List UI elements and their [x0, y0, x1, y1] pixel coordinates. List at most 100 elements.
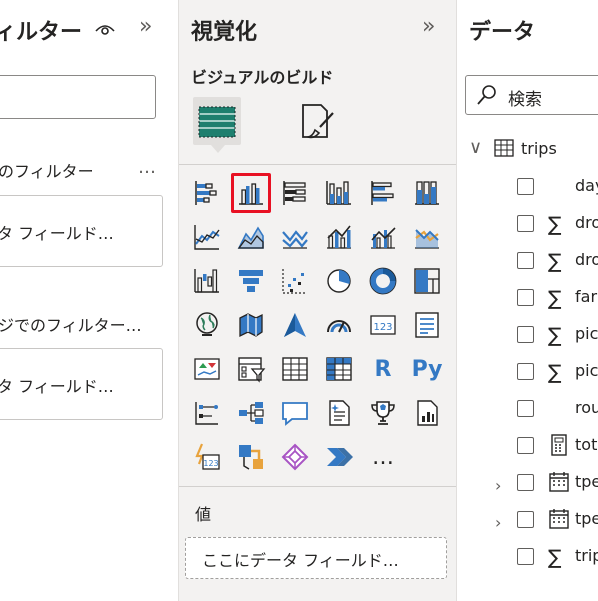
field-row[interactable]: ∑ dro	[457, 209, 598, 245]
field-name: dro	[575, 213, 598, 232]
key-influencers-icon[interactable]	[187, 393, 227, 433]
field-name: tpe	[575, 472, 598, 491]
data-search-input[interactable]: 検索	[465, 75, 598, 115]
multi-row-card-icon[interactable]	[407, 305, 447, 345]
field-checkbox[interactable]	[517, 511, 534, 528]
line-and-clustered-column-chart-icon[interactable]	[363, 217, 403, 257]
filters-search-input[interactable]	[0, 75, 156, 119]
field-checkbox[interactable]	[517, 437, 534, 454]
chevron-down-icon[interactable]: ∨	[469, 137, 482, 158]
matrix-icon[interactable]	[319, 349, 359, 389]
more-visuals-icon[interactable]: …	[363, 437, 403, 477]
calendar-icon	[549, 509, 569, 529]
field-checkbox[interactable]	[517, 363, 534, 380]
search-icon	[477, 85, 496, 105]
100-stacked-column-chart-icon[interactable]	[407, 173, 447, 213]
more-options-icon[interactable]: …	[138, 157, 157, 178]
field-row[interactable]: ∑ pic	[457, 357, 598, 393]
field-row[interactable]: ∑ trip	[457, 542, 598, 578]
sigma-icon: ∑	[548, 286, 562, 310]
section-divider	[179, 164, 456, 165]
field-checkbox[interactable]	[517, 252, 534, 269]
sigma-icon: ∑	[548, 360, 562, 384]
table-name: trips	[521, 139, 557, 158]
sigma-icon: ∑	[548, 545, 562, 569]
slicer-icon[interactable]	[231, 349, 271, 389]
trophy-goals-icon[interactable]	[363, 393, 403, 433]
field-row[interactable]: ∑ pic	[457, 320, 598, 356]
line-and-stacked-column-chart-icon[interactable]	[319, 217, 359, 257]
format-visual-tab[interactable]	[293, 97, 341, 145]
waterfall-chart-icon[interactable]	[187, 261, 227, 301]
map-globe-icon[interactable]	[187, 305, 227, 345]
filters-all-pages-well[interactable]: タ フィールド…	[0, 348, 163, 420]
field-checkbox[interactable]	[517, 178, 534, 195]
decomposition-tree-icon[interactable]	[231, 393, 271, 433]
visualizations-pane: 視覚化 » ビジュアルのビルド 123 R Py 123 … 値 ここにデータ …	[179, 0, 456, 601]
qa-speech-bubble-icon[interactable]	[275, 393, 315, 433]
paginated-report-icon[interactable]	[407, 393, 447, 433]
field-row[interactable]: ∑ far	[457, 283, 598, 319]
visualizations-pane-title: 視覚化	[191, 20, 258, 45]
funnel-chart-icon[interactable]	[231, 261, 271, 301]
section-divider	[179, 486, 456, 487]
pie-chart-icon[interactable]	[319, 261, 359, 301]
field-checkbox[interactable]	[517, 548, 534, 565]
field-row[interactable]: tot	[457, 431, 598, 467]
field-name: tpe	[575, 509, 598, 528]
table-visual-icon[interactable]	[275, 349, 315, 389]
field-row[interactable]: › tpe	[457, 468, 598, 504]
visualizations-collapse-icon[interactable]: »	[422, 16, 435, 38]
build-visual-tab[interactable]	[193, 97, 241, 153]
field-checkbox[interactable]	[517, 326, 534, 343]
scatter-chart-icon[interactable]	[275, 261, 315, 301]
field-checkbox[interactable]	[517, 400, 534, 417]
values-drop-zone[interactable]: ここにデータ フィールド…	[185, 537, 447, 579]
metrics-diamond-icon[interactable]	[275, 437, 315, 477]
field-row[interactable]: rou	[457, 394, 598, 430]
ribbon-chart-icon[interactable]	[407, 217, 447, 257]
filters-all-pages-placeholder: タ フィールド…	[0, 377, 114, 396]
field-name: day	[575, 176, 598, 195]
eye-icon[interactable]	[95, 22, 115, 36]
card-icon[interactable]: 123	[363, 305, 403, 345]
field-checkbox[interactable]	[517, 474, 534, 491]
power-apps-icon[interactable]: 123	[187, 437, 227, 477]
values-well-label: 値	[195, 505, 212, 524]
r-script-visual-icon[interactable]: R	[363, 349, 403, 389]
filters-on-page-label: のフィルター	[0, 162, 94, 181]
100-stacked-bar-chart-icon[interactable]	[275, 173, 315, 213]
stacked-area-chart-icon[interactable]	[275, 217, 315, 257]
treemap-icon[interactable]	[407, 261, 447, 301]
field-row[interactable]: › tpe	[457, 505, 598, 541]
field-checkbox[interactable]	[517, 215, 534, 232]
filters-on-page-well[interactable]: タ フィールド…	[0, 195, 163, 267]
kpi-icon[interactable]	[187, 349, 227, 389]
field-row[interactable]: day	[457, 172, 598, 208]
line-chart-icon[interactable]	[187, 217, 227, 257]
table-node-trips[interactable]: ∨ trips	[457, 135, 598, 171]
chevron-right-icon[interactable]: ›	[495, 513, 501, 532]
stacked-bar-chart-icon[interactable]	[187, 173, 227, 213]
gauge-icon[interactable]	[319, 305, 359, 345]
chevron-right-icon[interactable]: ›	[495, 476, 501, 495]
python-visual-icon[interactable]: Py	[407, 349, 447, 389]
donut-chart-icon[interactable]	[363, 261, 403, 301]
field-name: pic	[575, 324, 598, 343]
values-drop-placeholder: ここにデータ フィールド…	[202, 551, 399, 570]
clustered-column-chart-icon[interactable]	[231, 173, 271, 213]
filters-collapse-icon[interactable]: »	[139, 16, 152, 38]
clustered-bar-chart-icon[interactable]	[363, 173, 403, 213]
field-checkbox[interactable]	[517, 289, 534, 306]
svg-text:123: 123	[373, 322, 392, 333]
area-chart-icon[interactable]	[231, 217, 271, 257]
smart-narrative-icon[interactable]	[319, 393, 359, 433]
azure-map-icon[interactable]	[275, 305, 315, 345]
power-automate-flow-icon[interactable]	[319, 437, 359, 477]
power-automate-icon[interactable]	[231, 437, 271, 477]
field-name: dro	[575, 250, 598, 269]
field-name: rou	[575, 398, 598, 417]
field-row[interactable]: ∑ dro	[457, 246, 598, 282]
stacked-column-chart-icon[interactable]	[319, 173, 359, 213]
filled-map-icon[interactable]	[231, 305, 271, 345]
